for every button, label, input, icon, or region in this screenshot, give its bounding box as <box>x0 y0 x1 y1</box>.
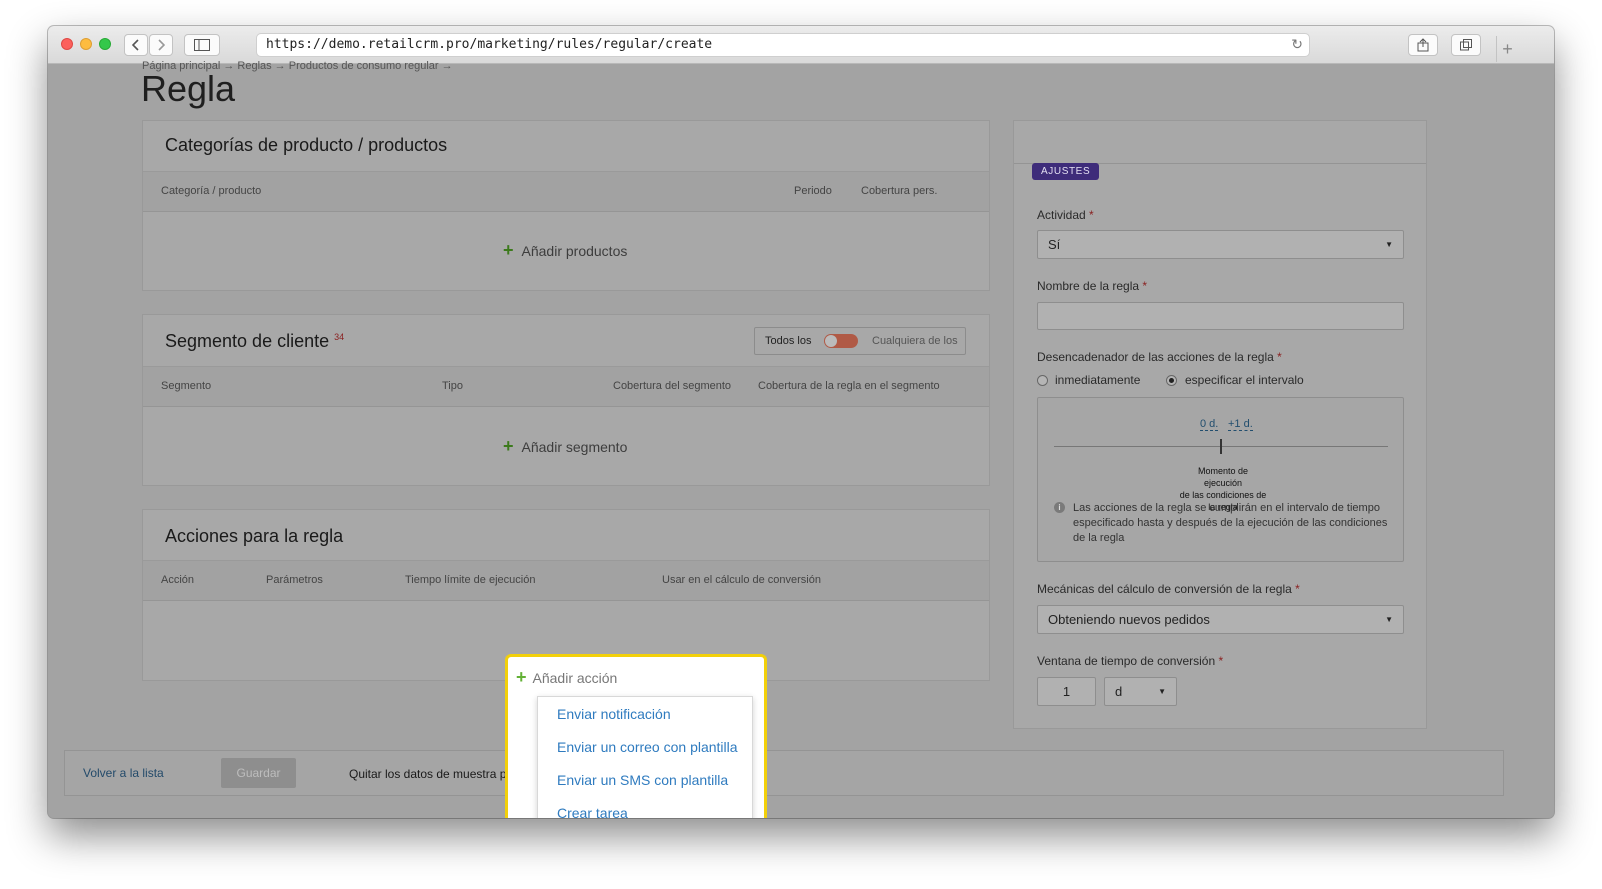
add-action-menu: Enviar notificación Enviar un correo con… <box>537 696 753 818</box>
reload-icon[interactable]: ↻ <box>1291 34 1303 56</box>
tabs-icon <box>1460 39 1472 51</box>
window-unit: d <box>1115 684 1123 699</box>
info-icon: i <box>1054 502 1065 513</box>
save-button[interactable]: Guardar <box>221 758 296 788</box>
menu-item-sms-template[interactable]: Enviar un SMS con plantilla <box>557 772 728 788</box>
plus-icon: + <box>516 667 527 687</box>
trigger-interval-label: especificar el intervalo <box>1185 373 1304 387</box>
url-text: https://demo.retailcrm.pro/marketing/rul… <box>266 37 713 52</box>
footer-bar: Volver a la lista Guardar Quitar los dat… <box>64 750 1504 796</box>
chevron-right-icon <box>158 39 165 51</box>
actions-columns: Acción Parámetros Tiempo límite de ejecu… <box>143 561 989 601</box>
rule-name-input[interactable] <box>1037 302 1404 330</box>
tabs-overview-button[interactable] <box>1451 34 1481 56</box>
trigger-immediate-label: inmediatamente <box>1055 373 1141 387</box>
menu-item-notification[interactable]: Enviar notificación <box>557 706 671 722</box>
back-to-list-link[interactable]: Volver a la lista <box>83 766 164 780</box>
trigger-interval-radio[interactable] <box>1166 375 1177 386</box>
sidebar-toggle-button[interactable] <box>184 34 220 56</box>
segment-match-toggle[interactable]: Todos los Cualquiera de los <box>754 327 966 355</box>
conversion-value: Obteniendo nuevos pedidos <box>1048 612 1210 627</box>
add-action-highlight: + Añadir acción Enviar notificación Envi… <box>505 654 767 818</box>
column-header: Cobertura pers. <box>861 185 938 197</box>
column-header: Categoría / producto <box>161 185 262 197</box>
chevron-left-icon <box>132 39 139 51</box>
add-products-label: Añadir productos <box>521 242 628 259</box>
products-panel: Categorías de producto / productos Categ… <box>142 120 990 291</box>
segment-count: 34 <box>334 332 345 342</box>
sidebar-icon <box>194 39 210 51</box>
rule-name-label: Nombre de la regla <box>1037 279 1140 293</box>
segment-columns: Segmento Tipo Cobertura del segmento Cob… <box>143 367 989 407</box>
forward-button[interactable] <box>149 34 173 56</box>
share-button[interactable] <box>1408 34 1438 56</box>
column-header: Tiempo límite de ejecución <box>405 574 536 586</box>
back-button[interactable] <box>124 34 148 56</box>
column-header: Tipo <box>442 380 463 392</box>
add-segment-link[interactable]: + Añadir segmento <box>503 436 627 457</box>
close-window-button[interactable] <box>61 38 73 50</box>
column-header: Usar en el cálculo de conversión <box>662 574 821 586</box>
share-icon <box>1417 38 1429 52</box>
segment-panel: Segmento de cliente 34 Todos los Cualqui… <box>142 314 990 486</box>
toggle-any-label: Cualquiera de los <box>872 335 958 347</box>
products-columns: Categoría / producto Periodo Cobertura p… <box>143 172 989 212</box>
plus-icon: + <box>503 240 514 260</box>
add-segment-label: Añadir segmento <box>521 438 628 455</box>
caret-down-icon: ▼ <box>1385 240 1393 249</box>
column-header: Periodo <box>794 185 832 197</box>
plus-icon: + <box>503 436 514 456</box>
interval-info-text: Las acciones de la regla se cumplirán en… <box>1073 502 1388 544</box>
settings-panel: AJUSTES Actividad * Sí ▼ Nombre de la re… <box>1013 120 1427 729</box>
settings-badge: AJUSTES <box>1032 163 1100 180</box>
menu-item-create-task[interactable]: Crear tarea <box>557 805 628 818</box>
window-value-input[interactable]: 1 <box>1037 677 1096 706</box>
window-unit-select[interactable]: d ▼ <box>1104 677 1177 706</box>
interval-editor: 0 d. +1 d. Momento de ejecución de las c… <box>1037 397 1404 562</box>
interval-after-link[interactable]: +1 d. <box>1228 418 1253 431</box>
minimize-window-button[interactable] <box>80 38 92 50</box>
toggle-all-label: Todos los <box>765 335 812 347</box>
page-content: Página principal → Reglas → Productos de… <box>48 60 1554 818</box>
products-panel-title: Categorías de producto / productos <box>165 135 448 155</box>
interval-before-link[interactable]: 0 d. <box>1200 418 1219 431</box>
column-header: Segmento <box>161 380 212 392</box>
activity-select[interactable]: Sí ▼ <box>1037 230 1404 259</box>
timeline-marker[interactable] <box>1220 439 1222 454</box>
column-header: Acción <box>161 574 195 586</box>
trigger-label: Desencadenador de las acciones de la reg… <box>1037 350 1274 364</box>
add-products-link[interactable]: + Añadir productos <box>503 240 627 261</box>
toggle-switch[interactable] <box>824 334 858 348</box>
browser-toolbar: https://demo.retailcrm.pro/marketing/rul… <box>48 26 1554 64</box>
address-bar[interactable]: https://demo.retailcrm.pro/marketing/rul… <box>256 33 1310 57</box>
actions-panel-title: Acciones para la regla <box>165 526 344 546</box>
activity-label: Actividad <box>1037 208 1086 222</box>
maximize-window-button[interactable] <box>99 38 111 50</box>
window-label: Ventana de tiempo de conversión <box>1037 654 1216 668</box>
caret-down-icon: ▼ <box>1385 615 1393 624</box>
menu-item-email-template[interactable]: Enviar un correo con plantilla <box>557 739 738 755</box>
column-header: Parámetros <box>266 574 323 586</box>
column-header: Cobertura de la regla en el segmento <box>758 380 940 392</box>
conversion-select[interactable]: Obteniendo nuevos pedidos ▼ <box>1037 605 1404 634</box>
page-title: Regla <box>141 68 236 109</box>
segment-panel-title: Segmento de cliente <box>165 331 330 351</box>
caret-down-icon: ▼ <box>1158 687 1166 696</box>
add-action-label: Añadir acción <box>532 669 618 686</box>
activity-value: Sí <box>1048 237 1061 252</box>
trigger-immediate-radio[interactable] <box>1037 375 1048 386</box>
new-tab-icon[interactable]: + <box>1496 36 1518 62</box>
column-header: Cobertura del segmento <box>613 380 732 392</box>
window-value: 1 <box>1062 684 1071 699</box>
browser-window: https://demo.retailcrm.pro/marketing/rul… <box>48 26 1554 818</box>
conversion-label: Mecánicas del cálculo de conversión de l… <box>1037 582 1292 596</box>
add-action-link[interactable]: + Añadir acción <box>516 667 617 688</box>
